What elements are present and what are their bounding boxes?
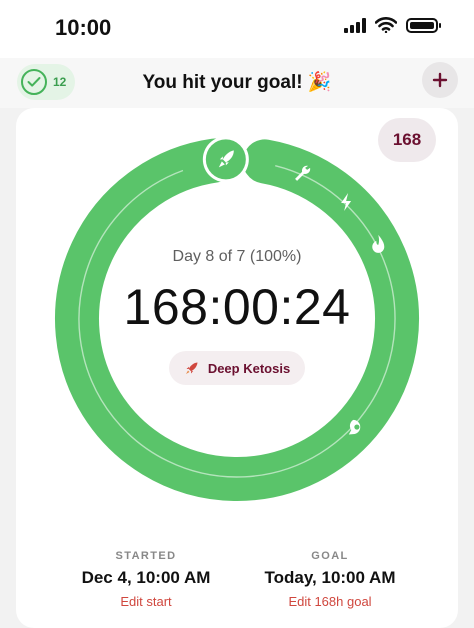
elapsed-timer: 168:00:24 — [123, 279, 351, 335]
edit-start-link[interactable]: Edit start — [46, 594, 246, 609]
status-icons — [344, 17, 441, 33]
header: 12 You hit your goal! 🎉 — [0, 58, 474, 108]
status-time: 10:00 — [55, 15, 112, 40]
stage-label: Deep Ketosis — [207, 360, 291, 376]
stage-pill[interactable]: Deep Ketosis — [169, 351, 305, 385]
started-value: Dec 4, 10:00 AM — [81, 568, 211, 587]
started-label: STARTED — [115, 550, 177, 562]
battery-icon — [406, 17, 441, 33]
wifi-icon — [375, 17, 397, 33]
started-column: STARTED Dec 4, 10:00 AM Edit start — [46, 550, 246, 609]
edit-goal-link[interactable]: Edit 168h goal — [230, 594, 430, 609]
signal-icon — [344, 17, 366, 33]
goal-label: GOAL — [311, 550, 349, 562]
day-progress-text: Day 8 of 7 (100%) — [172, 248, 302, 265]
page-title: You hit your goal! 🎉 — [142, 72, 332, 93]
goal-column: GOAL Today, 10:00 AM Edit 168h goal — [230, 550, 430, 609]
add-button[interactable] — [422, 62, 458, 98]
rocket-icon[interactable] — [202, 136, 249, 183]
goal-value: Today, 10:00 AM — [264, 568, 396, 587]
plus-icon — [432, 72, 448, 88]
fast-timer-card: 168 Day 8 of 7 (100%) 168:00:24 Deep Ket… — [16, 108, 458, 628]
status-bar: 10:00 — [0, 0, 474, 58]
rocket-icon — [185, 362, 198, 374]
